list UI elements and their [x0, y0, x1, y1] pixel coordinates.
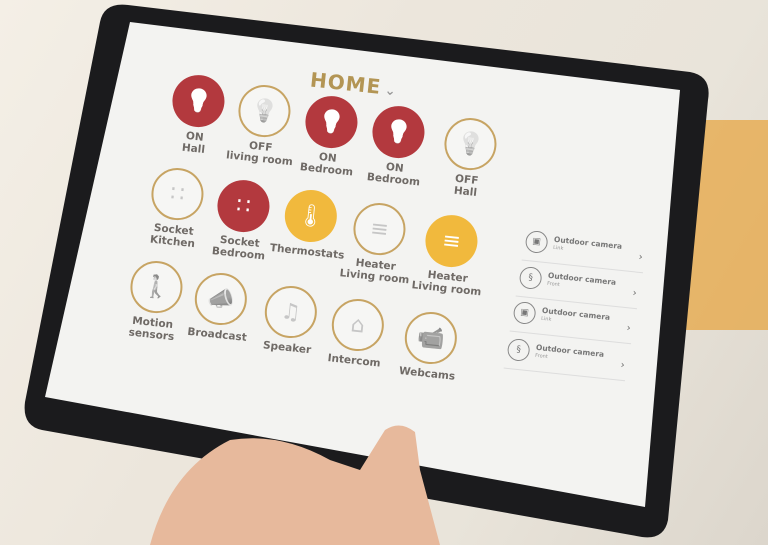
device-tile[interactable]: 💡 OFF Hall [410, 112, 528, 203]
camera-sub: Front [534, 352, 549, 361]
socket-icon: ∷ [169, 180, 186, 208]
device-toggle[interactable]: ≡ [422, 212, 481, 270]
heater-icon: ≡ [368, 215, 390, 243]
device-toggle[interactable]: 💡 [441, 115, 500, 173]
lightbulb-icon: 💡 [455, 130, 486, 158]
broadcast-icon: 📣 [205, 285, 236, 313]
device-toggle[interactable]: 📹 [402, 309, 460, 367]
device-tile[interactable]: 📹 Webcams [372, 306, 489, 385]
lightbulb-icon: 💡 [249, 97, 280, 125]
camera-name: Outdoor camera [553, 234, 623, 251]
cctv-camera-icon: ▣ [524, 229, 549, 255]
lightbulb-icon: 💡 [316, 108, 347, 136]
device-tile[interactable]: ≡ Heater Living room [391, 209, 509, 300]
sensor-icon: § [518, 265, 543, 291]
chevron-right-icon: › [620, 359, 626, 372]
sensor-icon: § [506, 337, 531, 363]
intercom-icon: ⌂ [349, 311, 367, 339]
lightbulb-icon: 💡 [383, 118, 414, 146]
chevron-right-icon: › [632, 287, 638, 300]
camera-name: Outdoor camera [541, 305, 611, 322]
socket-icon: ∷ [235, 192, 252, 220]
camera-sub: Front [546, 280, 561, 289]
music-note-icon: ♫ [279, 298, 302, 326]
chevron-down-icon: ⌄ [383, 83, 398, 100]
chevron-right-icon: › [638, 251, 644, 264]
camera-sub: Link [540, 315, 552, 323]
thermometer-icon: 🌡 [295, 202, 327, 230]
webcam-icon: 📹 [415, 324, 446, 352]
heater-icon: ≡ [440, 227, 462, 255]
chevron-right-icon: › [626, 322, 632, 335]
camera-sub: Link [552, 244, 564, 252]
cctv-camera-icon: ▣ [512, 300, 537, 326]
